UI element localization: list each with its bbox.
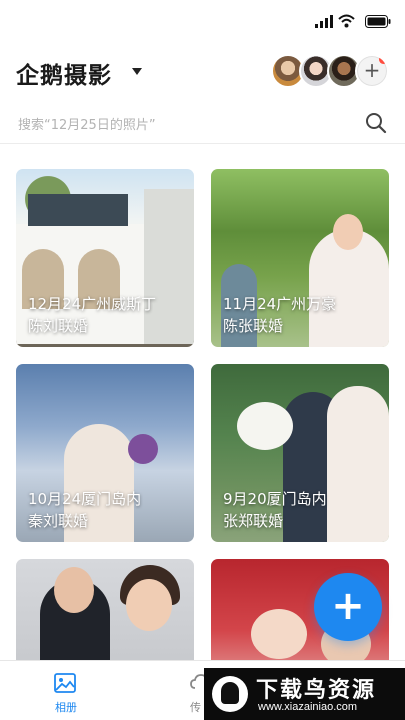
tab-albums[interactable]: 相册 (36, 669, 96, 719)
search-icon[interactable] (365, 112, 387, 134)
album-title: 10月24厦门岛内 (28, 490, 142, 508)
search-bar[interactable]: 搜索“12月25日的照片” (0, 104, 405, 144)
plus-icon: + (331, 583, 365, 629)
album-caption: 12月24广州威斯丁 陈刘联婚 (28, 293, 186, 337)
site-watermark: 下载鸟资源 www.xiazainiao.com (204, 668, 405, 720)
member-avatars: + (271, 54, 389, 88)
studio-title[interactable]: 企鹅摄影 (16, 56, 112, 90)
app-header: 企鹅摄影 + (0, 50, 405, 94)
bird-logo-icon (212, 676, 248, 712)
album-subtitle: 陈刘联婚 (28, 317, 89, 335)
search-placeholder: 搜索“12月25日的照片” (18, 118, 156, 133)
create-album-button[interactable]: + (314, 573, 382, 641)
album-subtitle: 秦刘联婚 (28, 512, 89, 530)
album-caption: 9月20厦门岛内 张郑联婚 (223, 488, 381, 532)
watermark-title: 下载鸟资源 (256, 678, 377, 703)
watermark-url: www.xiazainiao.com (258, 701, 358, 713)
status-bar (0, 0, 405, 44)
album-card[interactable]: 9月20厦门岛内 张郑联婚 (211, 364, 389, 542)
album-card[interactable]: 11月24广州万豪 陈张联婚 (211, 169, 389, 347)
photo-icon (54, 673, 76, 693)
notification-dot (379, 56, 387, 64)
album-caption: 11月24广州万豪 陈张联婚 (223, 293, 381, 337)
album-title: 9月20厦门岛内 (223, 490, 327, 508)
album-card[interactable]: 12月24广州威斯丁 陈刘联婚 (16, 169, 194, 347)
album-card[interactable]: 10月24厦门岛内 秦刘联婚 (16, 364, 194, 542)
album-cover-image (251, 609, 307, 659)
album-caption: 10月24厦门岛内 秦刘联婚 (28, 488, 186, 532)
add-member-button[interactable]: + (355, 54, 389, 88)
wifi-icon (338, 14, 355, 28)
album-subtitle: 陈张联婚 (223, 317, 284, 335)
album-subtitle: 张郑联婚 (223, 512, 284, 530)
album-title: 12月24广州威斯丁 (28, 295, 157, 313)
battery-icon (365, 15, 391, 28)
chevron-down-icon[interactable] (132, 68, 142, 75)
tab-label: 相册 (55, 701, 77, 714)
album-title: 11月24广州万豪 (223, 295, 337, 313)
cellular-signal-icon (315, 15, 333, 28)
